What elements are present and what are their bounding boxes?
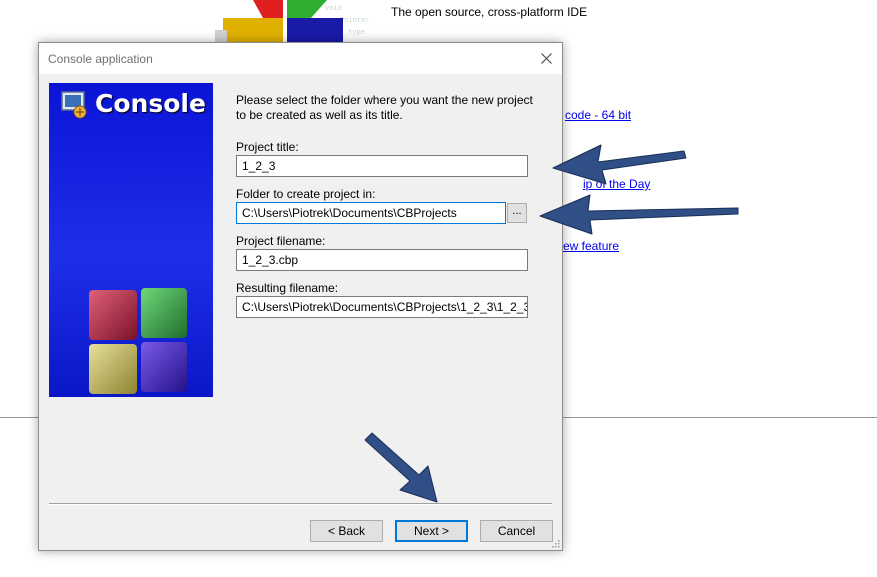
- instruction-line-1: Please select the folder where you want …: [236, 93, 533, 107]
- color-cubes-graphic: [89, 288, 187, 394]
- project-title-label: Project title:: [236, 140, 299, 154]
- dialog-titlebar[interactable]: Console application: [39, 43, 562, 74]
- back-button[interactable]: < Back: [310, 520, 383, 542]
- resulting-filename-field[interactable]: C:\Users\Piotrek\Documents\CBProjects\1_…: [236, 296, 528, 318]
- codeblocks-logo-icon: void Pointer char_type type...: [215, 0, 370, 48]
- new-feature-link[interactable]: ew feature: [563, 239, 619, 253]
- project-filename-input[interactable]: 1_2_3.cbp: [236, 249, 528, 271]
- resulting-filename-label: Resulting filename:: [236, 281, 339, 295]
- arrow-to-browse-button-icon: [539, 194, 739, 235]
- project-title-input[interactable]: 1_2_3: [236, 155, 528, 177]
- banner-title: Console: [95, 89, 206, 118]
- folder-label: Folder to create project in:: [236, 187, 376, 201]
- button-separator: [49, 503, 552, 505]
- tagline: The open source, cross-platform IDE: [391, 5, 588, 19]
- svg-text:void: void: [325, 4, 342, 12]
- instruction-line-2: to be created as well as its title.: [236, 108, 403, 122]
- next-button[interactable]: Next >: [395, 520, 468, 542]
- project-filename-label: Project filename:: [236, 234, 326, 248]
- dialog-title: Console application: [48, 52, 153, 66]
- console-application-dialog: Console application Console Please selec…: [38, 42, 563, 551]
- folder-input[interactable]: C:\Users\Piotrek\Documents\CBProjects: [236, 202, 506, 224]
- close-icon: [541, 53, 552, 64]
- console-app-icon: [61, 91, 87, 119]
- svg-text:Pointer: Pointer: [340, 16, 370, 24]
- browse-folder-button[interactable]: ...: [507, 203, 527, 223]
- resize-grip-icon[interactable]: [550, 538, 560, 548]
- close-button[interactable]: [531, 43, 562, 74]
- tip-of-day-link[interactable]: ip of the Day: [583, 177, 650, 191]
- download-link[interactable]: code - 64 bit: [565, 108, 631, 122]
- cancel-button[interactable]: Cancel: [480, 520, 553, 542]
- wizard-banner: Console: [49, 83, 213, 397]
